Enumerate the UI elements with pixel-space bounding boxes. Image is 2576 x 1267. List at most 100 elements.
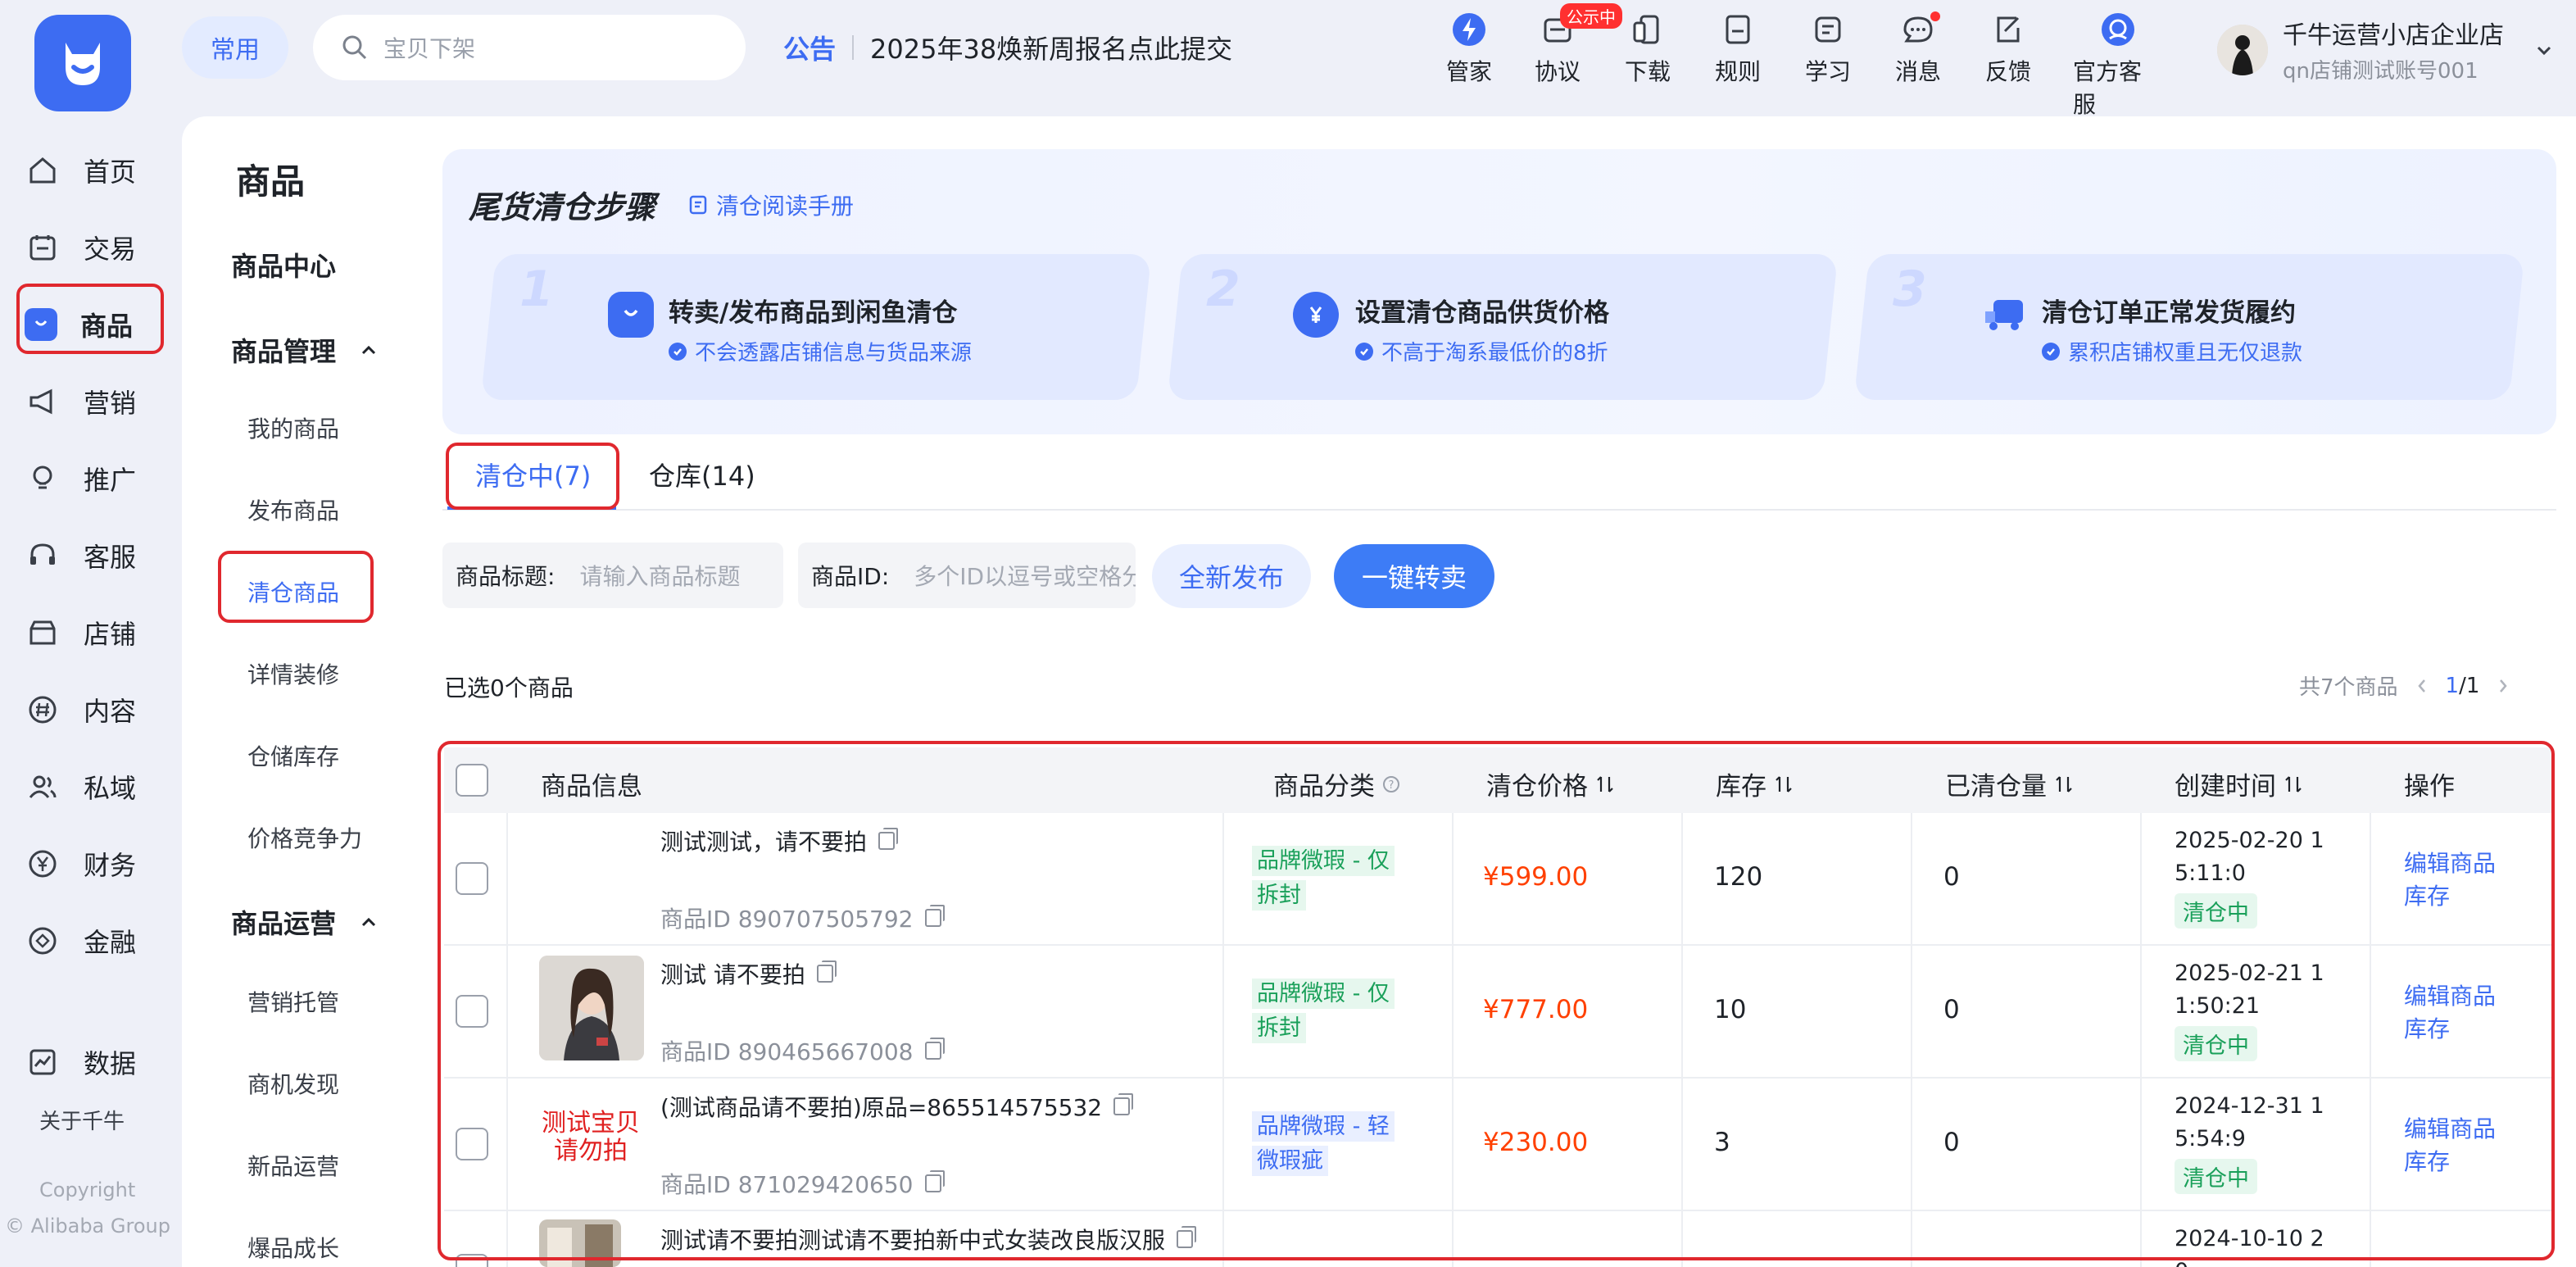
id-filter-input[interactable]: 多个ID以逗号或空格分 (914, 559, 1136, 592)
about-link[interactable]: 关于千牛 (39, 1105, 125, 1135)
search-placeholder: 宝贝下架 (383, 35, 476, 62)
title-filter-field[interactable]: 商品标题: 请输入商品标题 (442, 543, 783, 608)
check-circle-icon (1355, 342, 1373, 361)
submenu-detail-decoration[interactable]: 详情装修 (247, 657, 339, 690)
submenu-group-goods-operation[interactable]: 商品运营 (231, 903, 377, 941)
header-message[interactable]: 消息 (1873, 10, 1963, 87)
delivery-truck-icon (1981, 292, 2027, 338)
cow-logo-icon (66, 43, 100, 85)
tab-warehouse[interactable]: 仓库(14) (649, 456, 755, 493)
bag-icon (608, 292, 654, 338)
highlight-tab-clearing (446, 443, 619, 510)
new-publish-button[interactable]: 全新发布 (1152, 544, 1311, 608)
rail-item-trade[interactable]: 交易 (25, 223, 136, 272)
account-switcher[interactable]: 千牛运营小店企业店 qn店铺测试账号001 (2217, 15, 2553, 84)
step-sub-3: 累积店铺权重且无仅退款 (2042, 336, 2302, 366)
submenu-new-goods[interactable]: 新品运营 (247, 1149, 339, 1182)
submenu-marketing-hosting[interactable]: 营销托管 (247, 985, 339, 1018)
title-filter-label: 商品标题: (456, 563, 556, 590)
step-title-2: 设置清仓商品供货价格 (1355, 298, 1609, 328)
step-number-3: 3 (1893, 261, 1927, 318)
header-feedback[interactable]: 反馈 (1963, 10, 2053, 87)
yuan-icon (25, 846, 61, 882)
header-learn[interactable]: 学习 (1783, 10, 1873, 87)
chevron-up-icon (361, 917, 376, 927)
id-filter-field[interactable]: 商品ID: 多个ID以逗号或空格分 (798, 543, 1136, 608)
rail-item-service[interactable]: 客服 (25, 531, 136, 580)
rail-item-content[interactable]: 内容 (25, 685, 136, 734)
book-icon (689, 195, 707, 215)
check-circle-icon (669, 342, 687, 361)
chevron-up-icon (361, 345, 376, 355)
submenu-hot-growth[interactable]: 爆品成长 (247, 1231, 339, 1264)
rail-item-finance[interactable]: 财务 (25, 839, 136, 888)
submenu-group-goods-management[interactable]: 商品管理 (231, 331, 377, 369)
copyright-line-1: Copyright (39, 1178, 136, 1201)
one-click-resell-button[interactable]: 一键转卖 (1334, 544, 1494, 608)
account-text: 千牛运营小店企业店 qn店铺测试账号001 (2283, 15, 2504, 84)
avatar (2217, 24, 2268, 75)
header-rules[interactable]: 规则 (1693, 10, 1783, 87)
check-circle-icon (2042, 342, 2060, 361)
header-official-service[interactable]: 官方客服 (2073, 10, 2163, 120)
account-name: 千牛运营小店企业店 (2283, 21, 2504, 50)
rail-item-promotion[interactable]: 推广 (25, 454, 136, 503)
rail-item-private[interactable]: 私域 (25, 762, 136, 811)
store-icon (25, 615, 61, 651)
step-title-3: 清仓订单正常发货履约 (2042, 298, 2296, 328)
qianniu-logo[interactable] (34, 15, 131, 111)
download-device-icon (1628, 10, 1667, 49)
step-title-1: 转卖/发布商品到闲鱼清仓 (669, 298, 958, 328)
step-sub-2: 不高于淘系最低价的8折 (1355, 336, 1608, 366)
submenu-price-competitiveness[interactable]: 价格竞争力 (247, 821, 362, 854)
submenu-publish-goods[interactable]: 发布商品 (247, 493, 339, 526)
chart-icon (25, 1044, 61, 1080)
rail-item-home[interactable]: 首页 (25, 146, 136, 195)
submenu-opportunity[interactable]: 商机发现 (247, 1067, 339, 1100)
feedback-icon (1989, 10, 2028, 49)
rules-icon (1718, 10, 1757, 49)
favorites-chip[interactable]: 常用 (182, 16, 288, 79)
yuan-coin-icon (1293, 292, 1339, 338)
hashtag-icon (25, 692, 61, 728)
message-unread-dot (1930, 11, 1940, 21)
highlight-rail-goods (16, 284, 164, 354)
banner-title: 尾货清仓步骤 (469, 189, 656, 225)
id-filter-label: 商品ID: (811, 563, 890, 590)
header-download[interactable]: 下载 (1603, 10, 1693, 87)
account-sub: qn店铺测试账号001 (2283, 59, 2478, 84)
next-page-icon[interactable] (2497, 678, 2509, 694)
step-sub-1: 不会透露店铺信息与货品来源 (669, 336, 972, 366)
highlight-submenu-clearance (218, 551, 374, 623)
users-icon (25, 769, 61, 805)
clearance-manual-link[interactable]: 清仓阅读手册 (688, 188, 854, 221)
home-icon (25, 152, 61, 188)
announcement-bar[interactable]: 公告 2025年38焕新周报名点此提交 (783, 25, 1232, 70)
prev-page-icon[interactable] (2416, 678, 2428, 694)
selected-count: 已选0个商品 (444, 674, 574, 702)
step-number-1: 1 (519, 261, 554, 318)
highlight-goods-table (438, 741, 2555, 1260)
announcement-text[interactable]: 2025年38焕新周报名点此提交 (870, 29, 1232, 66)
header-agreement[interactable]: 公示中 协议 (1512, 3, 1622, 87)
announcement-divider (852, 35, 855, 60)
submenu-goods-center[interactable]: 商品中心 (231, 246, 336, 284)
search-input[interactable]: 宝贝下架 (313, 15, 746, 80)
trade-icon (25, 229, 61, 266)
submenu-my-goods[interactable]: 我的商品 (247, 411, 339, 444)
chevron-down-icon (2537, 46, 2551, 55)
rail-item-marketing[interactable]: 营销 (25, 377, 136, 426)
header-butler[interactable]: 管家 (1424, 10, 1514, 87)
rail-item-banking[interactable]: 金融 (25, 916, 136, 965)
butler-icon (1449, 10, 1489, 49)
announcement-tag: 公告 (783, 34, 837, 65)
headset-icon (25, 538, 61, 574)
submenu-warehouse-stock[interactable]: 仓储库存 (247, 739, 339, 772)
rail-item-store[interactable]: 店铺 (25, 608, 136, 657)
page-indicator: 1/1 (2445, 673, 2480, 698)
total-count: 共7个商品 (2299, 675, 2398, 700)
title-filter-input[interactable]: 请输入商品标题 (579, 559, 740, 592)
rail-item-data[interactable]: 数据 (25, 1038, 136, 1087)
learn-icon (1808, 10, 1848, 49)
copyright-line-2: © Alibaba Group (5, 1215, 170, 1237)
